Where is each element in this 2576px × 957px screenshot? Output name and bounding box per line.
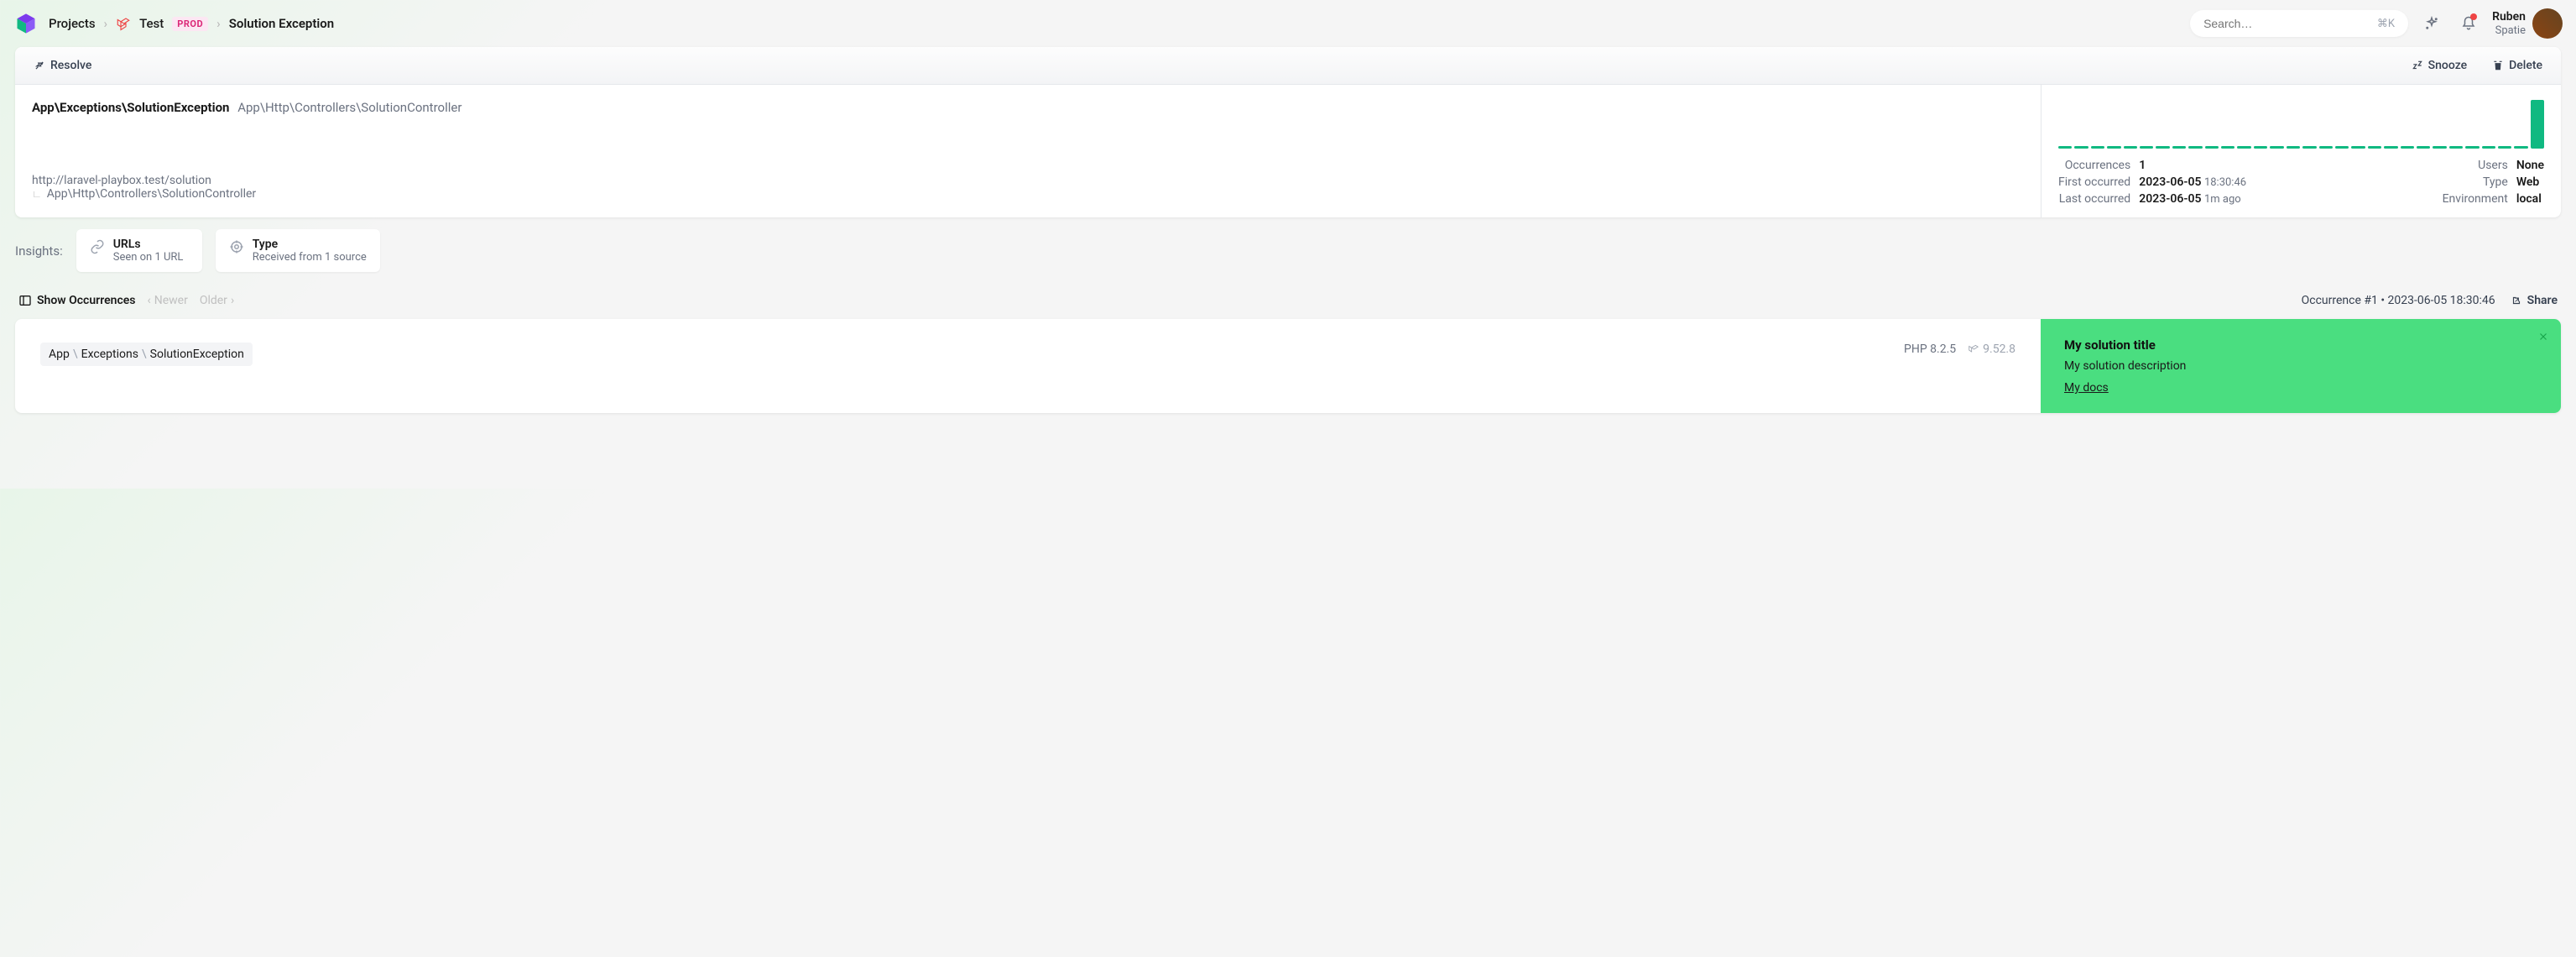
resolve-button[interactable]: Resolve bbox=[29, 55, 96, 76]
breadcrumb-page: Solution Exception bbox=[229, 16, 334, 31]
stat-value: local bbox=[2516, 192, 2544, 206]
chart-bar bbox=[2254, 146, 2267, 149]
stat-value: 2023-06-05 18:30:46 bbox=[2139, 175, 2246, 189]
share-button[interactable]: Share bbox=[2511, 294, 2558, 307]
chevron-right-icon: › bbox=[231, 294, 234, 307]
chart-bar bbox=[2482, 146, 2495, 149]
user-menu[interactable]: Ruben Spatie bbox=[2492, 8, 2563, 39]
stats-right: Users None Type Web Environment local bbox=[2443, 159, 2544, 206]
chevron-right-icon: › bbox=[104, 16, 108, 31]
chart-bar bbox=[2124, 146, 2137, 149]
chart-bar bbox=[2058, 146, 2072, 149]
chart-bar bbox=[2221, 146, 2234, 149]
close-icon[interactable] bbox=[2537, 331, 2549, 346]
search-input-wrapper[interactable]: ⌘K bbox=[2190, 10, 2408, 37]
search-input[interactable] bbox=[2203, 17, 2377, 30]
avatar[interactable] bbox=[2532, 8, 2563, 39]
laravel-icon bbox=[116, 16, 131, 31]
sparkle-icon[interactable] bbox=[2418, 10, 2445, 37]
search-shortcut: ⌘K bbox=[2377, 18, 2395, 30]
exception-url: http://laravel-playbox.test/solution bbox=[32, 174, 2024, 187]
snooze-button[interactable]: Snooze bbox=[2407, 55, 2472, 76]
chart-bar bbox=[2384, 146, 2397, 149]
delete-button[interactable]: Delete bbox=[2487, 55, 2547, 76]
breadcrumb-project[interactable]: Test bbox=[139, 16, 164, 31]
chart-bar bbox=[2302, 146, 2316, 149]
bell-icon[interactable] bbox=[2455, 10, 2482, 37]
chart-bar bbox=[2091, 146, 2104, 149]
solution-panel: My solution title My solution descriptio… bbox=[2041, 319, 2561, 413]
stat-label: First occurred bbox=[2058, 175, 2130, 189]
app-header: Projects › Test PROD › Solution Exceptio… bbox=[0, 0, 2576, 47]
chart-bar bbox=[2465, 146, 2479, 149]
corner-icon: ∟ bbox=[32, 188, 42, 200]
insights-label: Insights: bbox=[15, 243, 63, 259]
chart-bar bbox=[2205, 146, 2219, 149]
breadcrumb: Projects › Test PROD › Solution Exceptio… bbox=[49, 16, 334, 31]
newer-button[interactable]: ‹Newer bbox=[148, 294, 188, 307]
stats-left: Occurrences 1 First occurred 2023-06-05 18:… bbox=[2058, 159, 2246, 206]
exception-card: Resolve Snooze Delete App\Exceptions\Sol… bbox=[15, 47, 2561, 217]
older-button[interactable]: Older› bbox=[200, 294, 234, 307]
chart-bar bbox=[2335, 146, 2349, 149]
chart-bar bbox=[2074, 146, 2088, 149]
exception-origin: App\Http\Controllers\SolutionController bbox=[47, 187, 256, 201]
chevron-right-icon: › bbox=[216, 16, 221, 31]
exception-title: App\Exceptions\SolutionException App\Htt… bbox=[32, 100, 2024, 115]
chart-bar bbox=[2401, 146, 2414, 149]
occurrence-label: Occurrence #1 • 2023-06-05 18:30:46 bbox=[2302, 294, 2495, 307]
chart-bar bbox=[2449, 146, 2463, 149]
stat-value: None bbox=[2516, 159, 2544, 172]
logo[interactable] bbox=[13, 11, 39, 36]
stat-label: Last occurred bbox=[2058, 192, 2130, 206]
chart-bar bbox=[2107, 146, 2120, 149]
php-version: PHP 8.2.5 bbox=[1904, 343, 1956, 356]
chart-bar bbox=[2270, 146, 2283, 149]
exception-chip: App\Exceptions\SolutionException bbox=[40, 343, 253, 366]
stat-value: 1 bbox=[2139, 159, 2246, 172]
card-toolbar: Resolve Snooze Delete bbox=[15, 47, 2561, 85]
chart-bar bbox=[2172, 146, 2186, 149]
laravel-version: 9.52.8 bbox=[1968, 343, 2015, 356]
chart-bar bbox=[2237, 146, 2250, 149]
user-org: Spatie bbox=[2492, 24, 2526, 38]
stat-label: Type bbox=[2443, 175, 2508, 189]
chart-bar bbox=[2188, 146, 2202, 149]
env-badge: PROD bbox=[172, 17, 208, 31]
user-name: Ruben bbox=[2492, 10, 2526, 24]
occurrence-chart bbox=[2058, 100, 2544, 149]
chart-bar bbox=[2156, 146, 2169, 149]
insights-row: Insights: URLs Seen on 1 URL Type Receiv… bbox=[0, 229, 2576, 287]
chart-bar bbox=[2433, 146, 2446, 149]
stat-label: Environment bbox=[2443, 192, 2508, 206]
chart-bar bbox=[2531, 100, 2544, 149]
chart-bar bbox=[2140, 146, 2153, 149]
chevron-left-icon: ‹ bbox=[148, 294, 151, 307]
target-icon bbox=[229, 239, 244, 254]
occurrence-bar: Show Occurrences ‹Newer Older› Occurrenc… bbox=[0, 287, 2576, 314]
stat-value: 2023-06-05 1m ago bbox=[2139, 192, 2246, 206]
solution-title: My solution title bbox=[2064, 337, 2537, 353]
chart-bar bbox=[2368, 146, 2381, 149]
chart-bar bbox=[2351, 146, 2365, 149]
stat-value: Web bbox=[2516, 175, 2544, 189]
stat-label: Occurrences bbox=[2058, 159, 2130, 172]
stat-label: Users bbox=[2443, 159, 2508, 172]
occurrence-detail: App\Exceptions\SolutionException PHP 8.2… bbox=[15, 319, 2561, 413]
insight-urls[interactable]: URLs Seen on 1 URL bbox=[76, 229, 202, 272]
breadcrumb-projects[interactable]: Projects bbox=[49, 16, 96, 31]
show-occurrences-button[interactable]: Show Occurrences bbox=[18, 294, 136, 307]
chart-bar bbox=[2498, 146, 2511, 149]
notification-dot bbox=[2470, 13, 2477, 20]
solution-description: My solution description bbox=[2064, 359, 2537, 373]
link-icon bbox=[90, 239, 105, 254]
insight-type[interactable]: Type Received from 1 source bbox=[216, 229, 380, 272]
chart-bar bbox=[2319, 146, 2333, 149]
chart-bar bbox=[2417, 146, 2430, 149]
solution-link[interactable]: My docs bbox=[2064, 381, 2109, 395]
chart-bar bbox=[2514, 146, 2527, 149]
chart-bar bbox=[2287, 146, 2300, 149]
